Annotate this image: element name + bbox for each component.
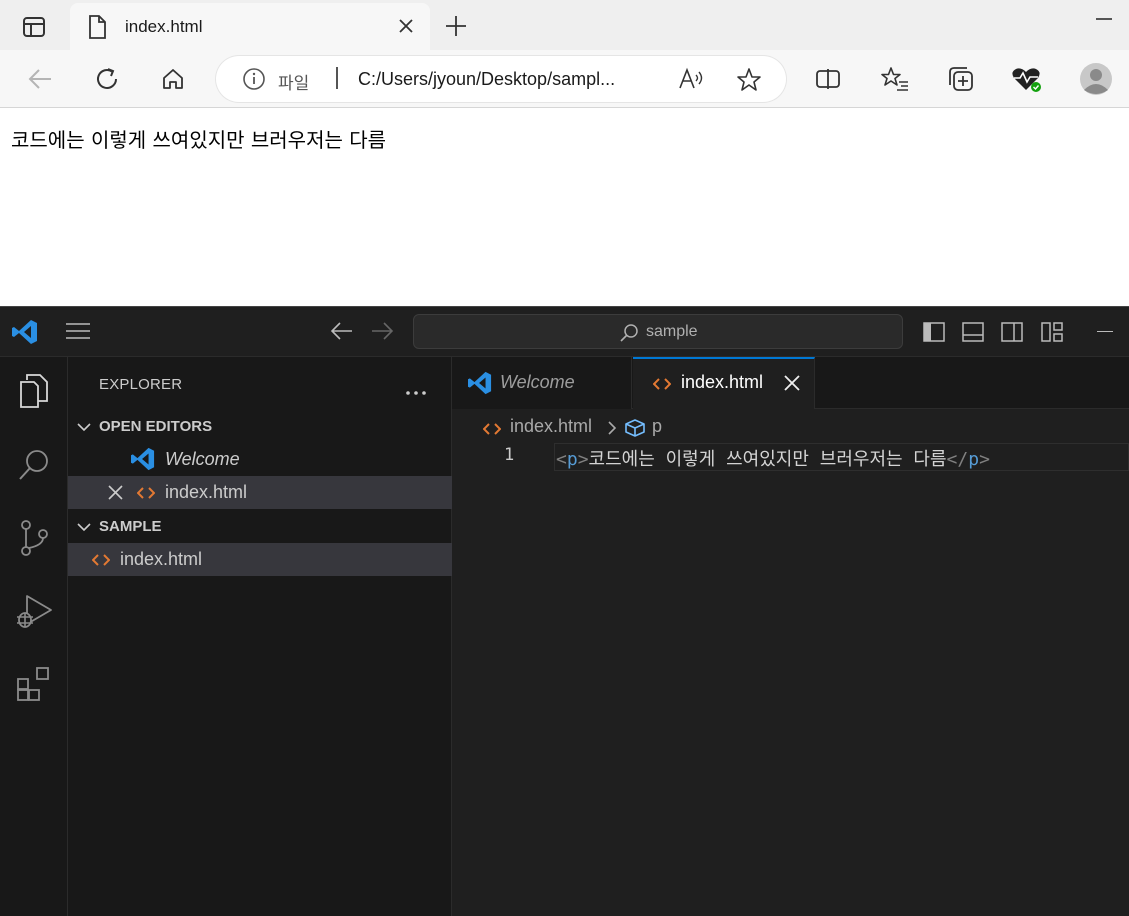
- run-and-debug-icon[interactable]: [12, 589, 56, 633]
- editor-tabs: Welcome index.html: [452, 357, 1129, 409]
- command-center-search[interactable]: sample: [413, 314, 903, 349]
- browser-tab-title: index.html: [125, 17, 203, 36]
- explorer-icon[interactable]: [12, 369, 56, 413]
- vscode-logo-icon: [468, 371, 492, 399]
- address-scheme-label: 파일: [278, 74, 310, 94]
- more-actions-icon[interactable]: [405, 381, 427, 400]
- html-file-icon: [652, 376, 672, 395]
- browser-essentials-icon[interactable]: [1008, 62, 1044, 96]
- page-paragraph: 코드에는 이렇게 쓰여있지만 브러우저는 다름: [11, 128, 387, 152]
- explorer-title: EXPLORER: [99, 376, 183, 393]
- tag-name: p: [968, 449, 980, 470]
- open-editors-label: OPEN EDITORS: [99, 418, 213, 435]
- toggle-primary-sidebar-icon[interactable]: [922, 320, 946, 344]
- tab-index-html[interactable]: index.html: [633, 357, 815, 409]
- tab-label: Welcome: [500, 372, 575, 392]
- chevron-right-icon: [606, 420, 618, 440]
- profile-avatar-icon[interactable]: [1078, 62, 1114, 96]
- web-page-content: 코드에는 이렇게 쓰여있지만 브러우저는 다름: [0, 108, 1129, 306]
- browser-window: index.html 파일 C:/Users/jyoun/Desktop/sam…: [0, 0, 1129, 306]
- breadcrumb-file[interactable]: index.html: [510, 416, 592, 437]
- open-editors-section-header[interactable]: OPEN EDITORS: [68, 411, 452, 443]
- close-icon[interactable]: [784, 375, 800, 395]
- file-item-index-html[interactable]: index.html: [68, 543, 452, 576]
- folder-label: SAMPLE: [99, 518, 162, 535]
- breadcrumb-symbol[interactable]: p: [652, 416, 662, 437]
- open-editor-label: index.html: [165, 482, 248, 502]
- refresh-icon[interactable]: [89, 62, 125, 96]
- activity-bar: [0, 357, 68, 916]
- tag-bracket: >: [979, 449, 990, 470]
- tab-welcome[interactable]: Welcome: [452, 357, 632, 409]
- search-icon[interactable]: [12, 443, 56, 487]
- line-number: 1: [504, 445, 515, 465]
- code-content[interactable]: <p>코드에는 이렇게 쓰여있지만 브러우저는 다름</p>: [556, 445, 990, 471]
- source-control-icon[interactable]: [12, 516, 56, 560]
- open-editor-item-index-html[interactable]: index.html: [68, 476, 452, 509]
- address-divider: [336, 67, 338, 89]
- hamburger-menu-icon[interactable]: [64, 321, 92, 345]
- tag-name: p: [566, 449, 578, 470]
- editor-area: Welcome index.html index.html p 1 <p>코드에…: [452, 357, 1129, 916]
- search-text: sample: [646, 323, 698, 340]
- customize-layout-icon[interactable]: [1040, 320, 1064, 344]
- browser-tab[interactable]: index.html: [70, 3, 430, 50]
- address-url[interactable]: C:/Users/jyoun/Desktop/sampl...: [358, 69, 615, 90]
- html-file-icon: [91, 552, 111, 571]
- html-file-icon: [136, 485, 156, 504]
- toggle-panel-icon[interactable]: [961, 320, 985, 344]
- browser-nav-bar: 파일 C:/Users/jyoun/Desktop/sampl...: [0, 50, 1129, 108]
- html-file-icon: [482, 421, 502, 440]
- code-text: 코드에는 이렇게 쓰여있지만 브러우저는 다름: [588, 449, 947, 470]
- explorer-sidebar: EXPLORER OPEN EDITORS Welcome index.html: [68, 357, 452, 916]
- chevron-down-icon: [76, 419, 92, 439]
- tag-bracket: <: [556, 449, 567, 470]
- close-tab-icon[interactable]: [395, 15, 417, 37]
- tag-bracket: </: [946, 449, 969, 470]
- tab-label: index.html: [681, 372, 764, 392]
- collections-icon[interactable]: [943, 62, 979, 96]
- tab-actions-icon[interactable]: [14, 12, 54, 42]
- vscode-title-bar: sample: [0, 307, 1129, 357]
- toggle-secondary-sidebar-icon[interactable]: [1000, 320, 1024, 344]
- file-icon: [88, 15, 106, 43]
- vscode-window: sample EXPLORER OPEN EDITORS Welcome ind…: [0, 306, 1129, 916]
- breadcrumb: index.html p: [452, 409, 1129, 443]
- close-icon[interactable]: [108, 485, 123, 504]
- favorites-icon[interactable]: [877, 62, 913, 96]
- search-icon: [619, 323, 639, 347]
- file-label: index.html: [120, 549, 203, 569]
- split-screen-icon[interactable]: [810, 62, 846, 96]
- vscode-logo-icon: [12, 319, 38, 349]
- favorite-star-icon[interactable]: [736, 67, 762, 97]
- back-arrow-icon[interactable]: [330, 320, 354, 346]
- home-icon[interactable]: [155, 62, 191, 96]
- info-icon[interactable]: [242, 67, 266, 95]
- minimize-icon[interactable]: [1096, 18, 1112, 20]
- back-arrow-icon[interactable]: [22, 62, 58, 96]
- tag-bracket: >: [577, 449, 589, 470]
- new-tab-button[interactable]: [442, 12, 470, 40]
- open-editor-label: Welcome: [165, 449, 240, 469]
- chevron-down-icon: [76, 519, 92, 539]
- extensions-icon[interactable]: [12, 662, 56, 706]
- browser-tab-bar: index.html: [0, 0, 1129, 50]
- open-editor-item-welcome[interactable]: Welcome: [68, 443, 452, 476]
- code-line[interactable]: 1 <p>코드에는 이렇게 쓰여있지만 브러우저는 다름</p>: [452, 443, 1129, 471]
- sample-folder-header[interactable]: SAMPLE: [68, 511, 452, 543]
- address-bar[interactable]: 파일 C:/Users/jyoun/Desktop/sampl...: [216, 56, 786, 102]
- minimize-icon[interactable]: [1097, 331, 1113, 332]
- read-aloud-icon[interactable]: [678, 67, 706, 95]
- symbol-element-icon: [624, 418, 646, 442]
- forward-arrow-icon[interactable]: [370, 320, 394, 346]
- vscode-logo-icon: [131, 447, 155, 475]
